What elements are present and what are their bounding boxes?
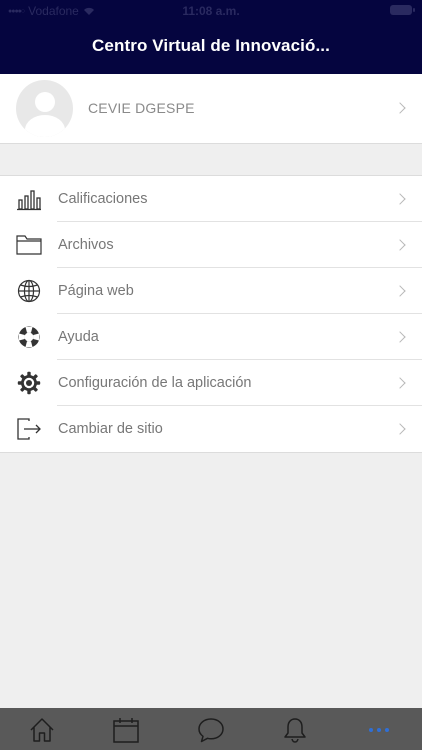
status-bar: ●●●●○ Vodafone 11:08 a.m. [0, 0, 422, 22]
menu-list: Calificaciones Archivos Página web Ayuda… [0, 175, 422, 453]
chevron-right-icon [394, 377, 406, 389]
exit-icon [17, 418, 41, 440]
page-title: Centro Virtual de Innovació... [92, 36, 330, 55]
profile-row[interactable]: CEVIE DGESPE [0, 74, 422, 144]
bell-icon[interactable] [281, 716, 309, 744]
menu-item-calificaciones[interactable]: Calificaciones [0, 176, 422, 222]
menu-item-label: Cambiar de sitio [58, 421, 163, 437]
tab-bar [0, 708, 422, 750]
menu-item-archivos[interactable]: Archivos [0, 222, 422, 268]
home-icon[interactable] [28, 716, 56, 744]
menu-item-label: Archivos [58, 237, 114, 253]
status-time: 11:08 a.m. [182, 4, 240, 18]
menu-item-pagina-web[interactable]: Página web [0, 268, 422, 314]
calendar-icon[interactable] [112, 716, 140, 744]
gear-icon [17, 371, 41, 395]
folder-icon [16, 235, 42, 255]
chevron-right-icon [394, 193, 406, 205]
chevron-right-icon [394, 423, 406, 435]
avatar [16, 80, 73, 137]
chevron-right-icon [394, 331, 406, 343]
menu-item-cambiar-sitio[interactable]: Cambiar de sitio [0, 406, 422, 452]
profile-name: CEVIE DGESPE [88, 100, 195, 116]
chevron-right-icon [394, 102, 406, 114]
avatar-body [25, 115, 65, 137]
menu-item-ayuda[interactable]: Ayuda [0, 314, 422, 360]
globe-icon [17, 279, 41, 303]
bar-chart-icon [17, 190, 41, 211]
menu-item-label: Configuración de la aplicación [58, 375, 252, 391]
menu-item-label: Ayuda [58, 329, 99, 345]
menu-item-configuracion[interactable]: Configuración de la aplicación [0, 360, 422, 406]
avatar-head [35, 92, 55, 112]
chevron-right-icon [394, 239, 406, 251]
chevron-right-icon [394, 285, 406, 297]
app-header: ●●●●○ Vodafone 11:08 a.m. Centro Virtual… [0, 0, 422, 74]
chat-icon[interactable] [197, 716, 225, 744]
menu-item-label: Página web [58, 283, 134, 299]
lifebuoy-icon [18, 326, 40, 348]
battery-icon [390, 5, 415, 15]
menu-item-label: Calificaciones [58, 191, 148, 207]
more-icon[interactable] [365, 716, 393, 744]
